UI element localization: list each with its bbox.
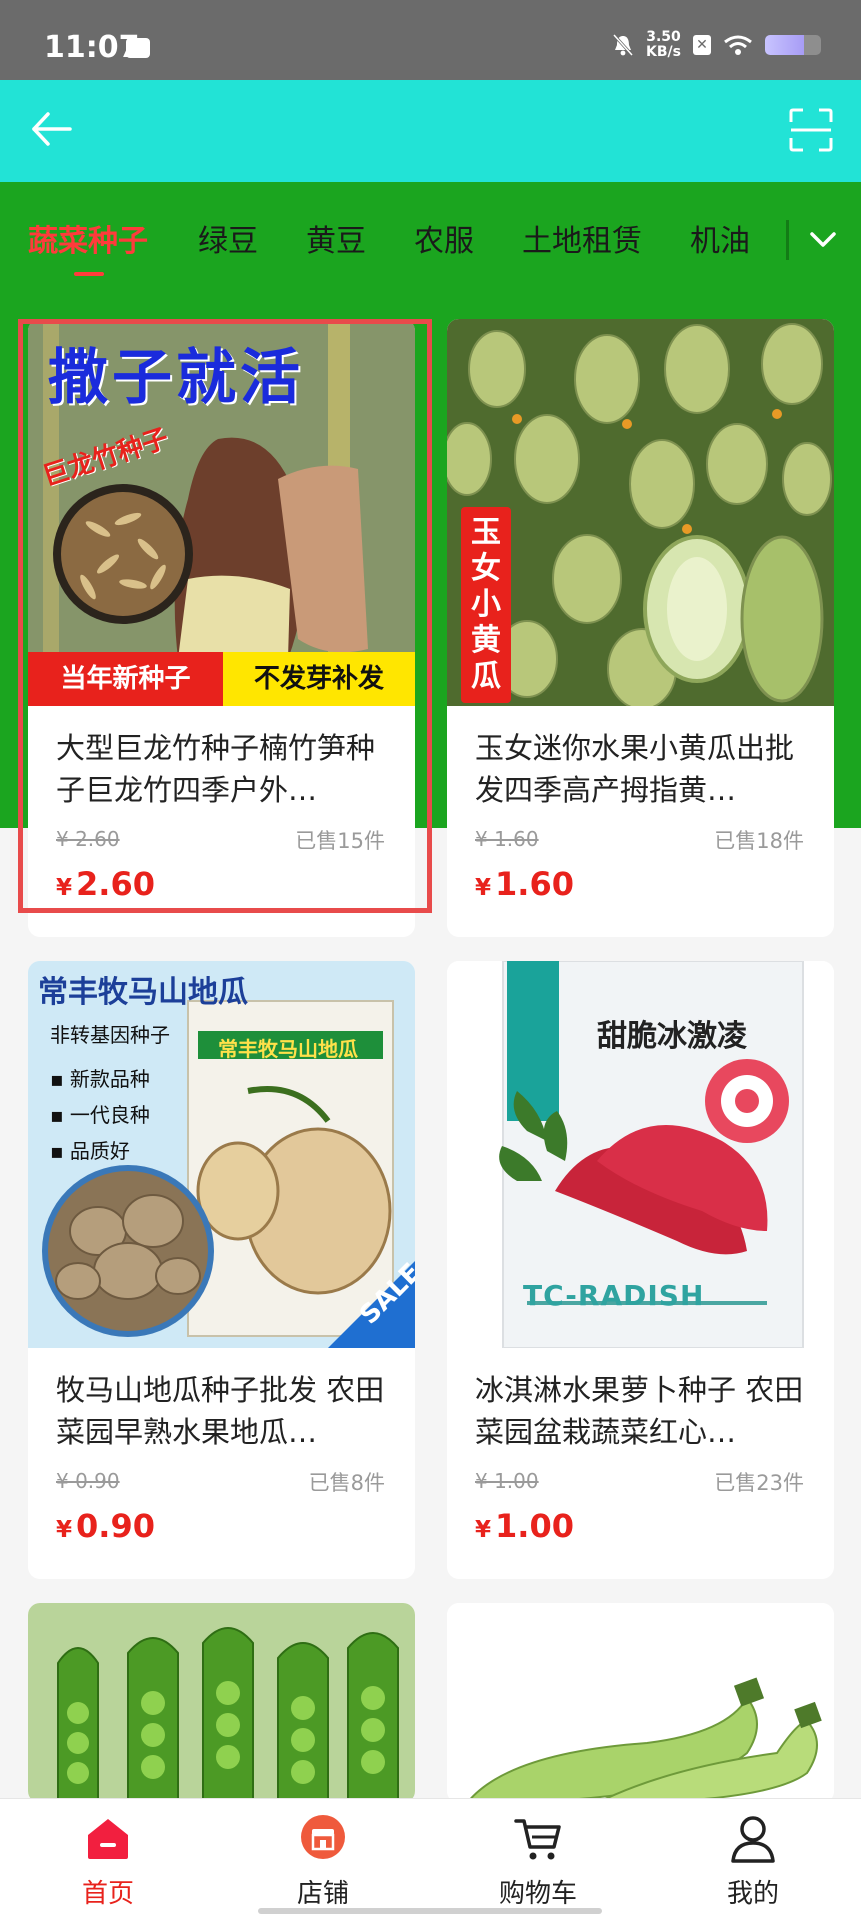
image-headline: 常丰牧马山地瓜 (38, 975, 248, 1010)
image-brand: TC-RADISH (523, 1279, 705, 1312)
product-title: 冰淇淋水果萝卜种子 农田菜园盆栽蔬菜红心… (475, 1373, 804, 1449)
currency-symbol: ¥ (56, 875, 73, 901)
nav-profile[interactable]: 我的 (683, 1813, 823, 1910)
product-card[interactable] (447, 1603, 834, 1803)
app-header (0, 80, 861, 182)
price-value: 0.90 (76, 1507, 155, 1545)
chevron-down-icon[interactable] (806, 222, 840, 256)
image-headline: 撒子就活 (48, 343, 304, 413)
back-arrow-icon[interactable] (26, 104, 76, 154)
sale-price: ¥2.60 (56, 865, 155, 903)
bell-off-icon (612, 33, 634, 57)
image-vertical-tag: 玉女小黄瓜 (461, 507, 511, 703)
currency-symbol: ¥ (475, 875, 492, 901)
tab-engine-oil[interactable]: 机油 (690, 216, 750, 260)
product-image: 甜脆冰激凌 TC-RADISH (447, 961, 834, 1348)
sale-price: ¥1.60 (475, 865, 574, 903)
product-image: 玉女小黄瓜 (447, 319, 834, 706)
zucchini-illustration (447, 1603, 834, 1803)
product-image: 撒子就活 巨龙竹种子 当年新种子 不发芽补发 (28, 319, 415, 706)
active-tab-indicator (74, 272, 104, 276)
cart-icon (514, 1819, 561, 1860)
image-banner-left: 当年新种子 (28, 652, 223, 706)
nav-cart-label: 购物车 (498, 1879, 577, 1909)
product-card[interactable]: 玉女小黄瓜 玉女迷你水果小黄瓜出批发四季高产拇指黄… ¥ 1.60 已售18件 … (447, 319, 834, 937)
sold-count: 已售23件 (714, 1471, 804, 1495)
net-speed-unit: KB/s (646, 44, 681, 60)
product-card[interactable]: 常丰牧马山地瓜 非转基因种子 ▪ 新款品种 ▪ 一代良种 ▪ 品质好 常丰牧马山… (28, 961, 415, 1579)
sale-price: ¥0.90 (56, 1507, 155, 1545)
packet-title: 常丰牧马山地瓜 (218, 1037, 358, 1061)
price-value: 2.60 (76, 865, 155, 903)
product-card[interactable]: 甜脆冰激凌 TC-RADISH 冰淇淋水果萝卜种子 农田菜园盆栽蔬菜红心… ¥ … (447, 961, 834, 1579)
product-card[interactable] (28, 1603, 415, 1803)
price-value: 1.00 (495, 1507, 574, 1545)
nav-profile-label: 我的 (726, 1879, 779, 1909)
scan-icon[interactable] (787, 106, 835, 154)
nav-shop-label: 店铺 (296, 1879, 349, 1909)
nav-home[interactable]: 首页 (38, 1813, 178, 1910)
sale-price: ¥1.00 (475, 1507, 574, 1545)
image-banner: 当年新种子 不发芽补发 (28, 652, 415, 706)
tab-divider (786, 220, 789, 260)
product-image: 常丰牧马山地瓜 非转基因种子 ▪ 新款品种 ▪ 一代良种 ▪ 品质好 常丰牧马山… (28, 961, 415, 1348)
nav-shop[interactable]: 店铺 (253, 1813, 393, 1910)
image-bullet: ▪ 品质好 (50, 1139, 130, 1163)
net-speed: 3.50 KB/s (646, 30, 681, 60)
original-price: ¥ 2.60 (56, 827, 120, 851)
sold-count: 已售15件 (295, 829, 385, 853)
product-title: 大型巨龙竹种子楠竹笋种子巨龙竹四季户外… (56, 731, 376, 807)
image-headline: 甜脆冰激凌 (597, 1019, 747, 1054)
tab-land-lease[interactable]: 土地租赁 (522, 216, 642, 260)
original-price: ¥ 0.90 (56, 1469, 120, 1493)
shop-icon (301, 1815, 345, 1859)
status-indicators: 3.50 KB/s ✕ (612, 30, 821, 60)
image-bullets: ▪ 新款品种 ▪ 一代良种 ▪ 品质好 (50, 1061, 150, 1169)
product-title: 牧马山地瓜种子批发 农田菜园早熟水果地瓜… (56, 1373, 385, 1449)
wifi-icon (724, 35, 752, 55)
close-box-icon: ✕ (693, 35, 711, 55)
original-price: ¥ 1.00 (475, 1469, 539, 1493)
product-title: 玉女迷你水果小黄瓜出批发四季高产拇指黄… (475, 731, 795, 807)
profile-icon (731, 1816, 775, 1863)
image-bullet: ▪ 一代良种 (50, 1103, 150, 1127)
currency-symbol: ¥ (56, 1517, 73, 1543)
status-bar: 11:07 3.50 KB/s ✕ (0, 0, 861, 80)
nav-home-label: 首页 (81, 1879, 134, 1909)
tab-mung-bean[interactable]: 绿豆 (198, 216, 258, 260)
battery-icon (765, 35, 821, 55)
home-indicator[interactable] (258, 1908, 602, 1914)
home-icon (88, 1819, 128, 1859)
currency-symbol: ¥ (475, 1517, 492, 1543)
category-tabs: 蔬菜种子 绿豆 黄豆 农服 土地租赁 机油 (0, 182, 861, 294)
tab-vegetable-seeds[interactable]: 蔬菜种子 (28, 216, 148, 260)
product-card[interactable]: 撒子就活 巨龙竹种子 当年新种子 不发芽补发 大型巨龙竹种子楠竹笋种子巨龙竹四季… (28, 319, 415, 937)
bottom-navigation: 首页 店铺 购物车 我的 (0, 1798, 861, 1920)
original-price: ¥ 1.60 (475, 827, 539, 851)
image-subheadline: 非转基因种子 (50, 1023, 170, 1047)
image-banner-right: 不发芽补发 (223, 652, 415, 706)
price-value: 1.60 (495, 865, 574, 903)
sold-count: 已售18件 (714, 829, 804, 853)
peas-illustration (28, 1603, 415, 1803)
tab-agri-service[interactable]: 农服 (414, 216, 474, 260)
net-speed-value: 3.50 (646, 29, 681, 45)
sold-count: 已售8件 (308, 1471, 385, 1495)
image-bullet: ▪ 新款品种 (50, 1067, 150, 1091)
message-icon (126, 38, 150, 58)
tab-soybean[interactable]: 黄豆 (306, 216, 366, 260)
nav-cart[interactable]: 购物车 (468, 1813, 608, 1910)
